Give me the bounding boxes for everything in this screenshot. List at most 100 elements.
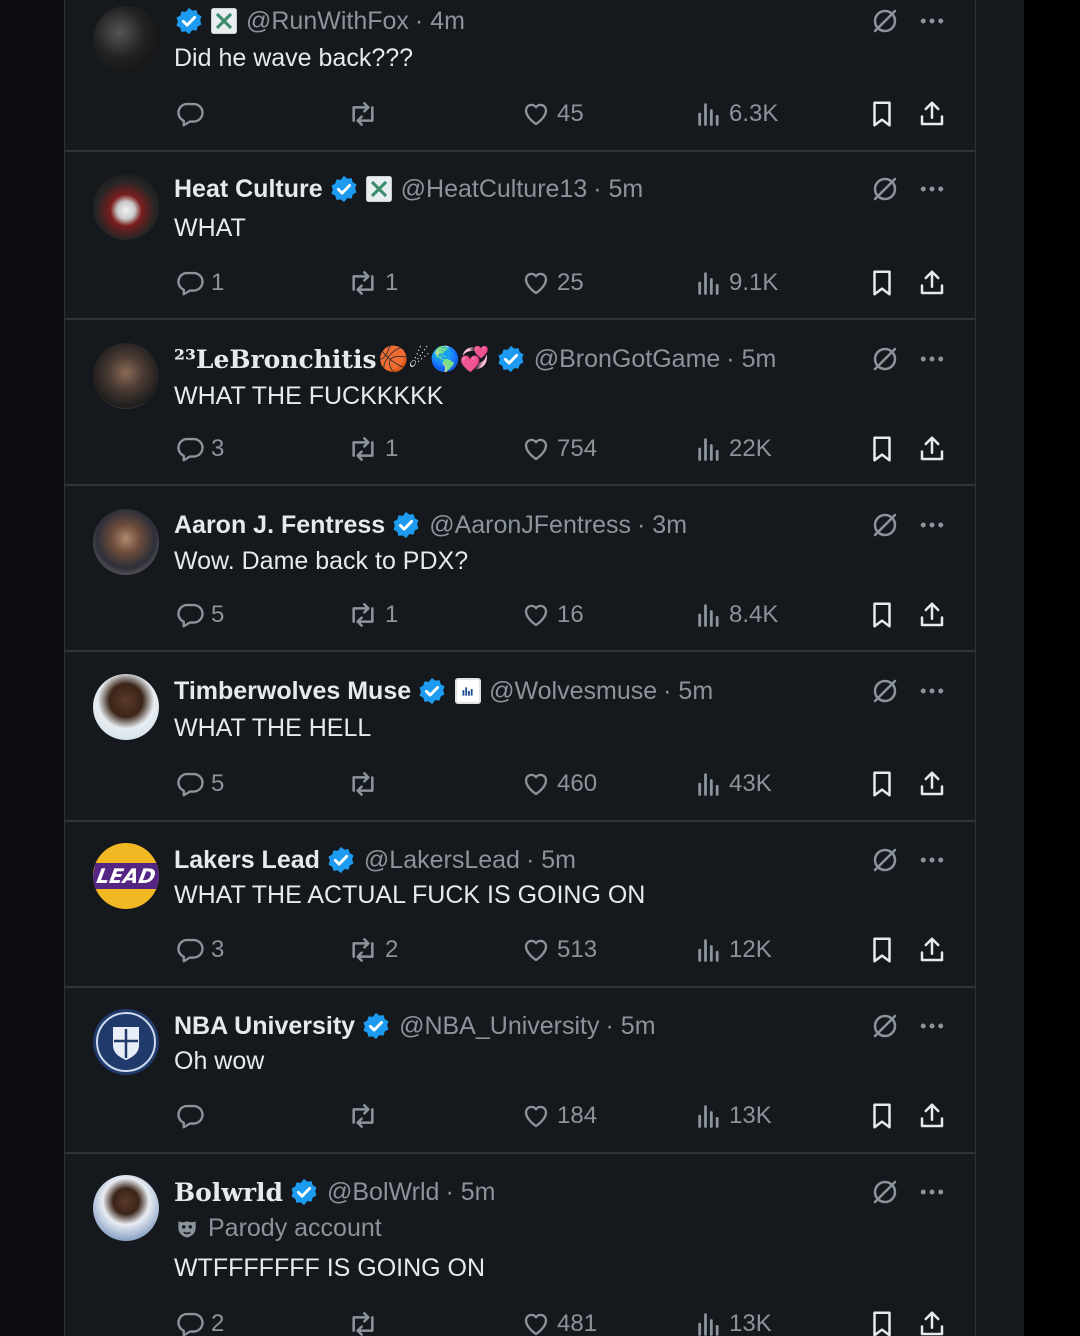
author-handle[interactable]: @NBA_University	[399, 1012, 599, 1041]
reply-button[interactable]: 5	[175, 595, 224, 635]
like-button[interactable]: 481	[521, 1304, 597, 1336]
views-button[interactable]: 12K	[695, 930, 772, 970]
tweet-time[interactable]: · 5m	[726, 345, 776, 374]
author-name[interactable]: Lakers Lead	[174, 846, 320, 875]
more-options-icon[interactable]	[917, 673, 947, 709]
avatar[interactable]	[93, 174, 159, 240]
more-options-icon[interactable]	[917, 3, 947, 39]
like-button[interactable]: 184	[521, 1096, 597, 1136]
author-name[interactable]: Bolwrld	[174, 1178, 283, 1207]
author-name[interactable]: Aaron J. Fentress	[174, 511, 385, 540]
reply-button[interactable]: 2	[175, 1304, 224, 1336]
author-handle[interactable]: @Wolvesmuse	[489, 677, 657, 706]
author-handle[interactable]: @RunWithFox	[246, 7, 409, 36]
like-button[interactable]: 45	[521, 94, 584, 134]
author-name[interactable]: ²³LeBronchitis	[174, 345, 377, 374]
author-name[interactable]: Timberwolves Muse	[174, 677, 411, 706]
views-button[interactable]: 8.4K	[695, 595, 778, 635]
tweet[interactable]: LEAD Lakers Lead @LakersLead · 5m WHAT T…	[65, 822, 975, 988]
grok-icon[interactable]	[870, 507, 900, 543]
retweet-button[interactable]	[347, 1304, 385, 1336]
retweet-button[interactable]	[347, 764, 385, 804]
views-button[interactable]: 9.1K	[695, 263, 778, 303]
grok-icon[interactable]	[870, 673, 900, 709]
like-button[interactable]: 513	[521, 930, 597, 970]
views-button[interactable]: 22K	[695, 429, 772, 469]
tweet-time[interactable]: · 5m	[526, 846, 576, 875]
tweet[interactable]: @RunWithFox · 4m Did he wave back??? 45 …	[65, 0, 975, 152]
avatar[interactable]	[93, 1175, 159, 1241]
reply-button[interactable]: 1	[175, 263, 224, 303]
avatar[interactable]: LEAD	[93, 843, 159, 909]
tweet[interactable]: Aaron J. Fentress @AaronJFentress · 3m W…	[65, 486, 975, 652]
author-handle[interactable]: @BolWrld	[327, 1178, 439, 1207]
tweet-time[interactable]: · 5m	[663, 677, 713, 706]
bookmark-button[interactable]	[867, 429, 897, 469]
grok-icon[interactable]	[870, 171, 900, 207]
views-button[interactable]: 6.3K	[695, 94, 778, 134]
tweet[interactable]: Heat Culture @HeatCulture13 · 5m WHAT 1 …	[65, 152, 975, 320]
bookmark-button[interactable]	[867, 764, 897, 804]
reply-button[interactable]	[175, 1096, 211, 1136]
retweet-button[interactable]: 1	[347, 595, 398, 635]
like-button[interactable]: 25	[521, 263, 584, 303]
reply-button[interactable]: 3	[175, 930, 224, 970]
avatar[interactable]	[93, 674, 159, 740]
reply-button[interactable]	[175, 94, 211, 134]
more-options-icon[interactable]	[917, 1008, 947, 1044]
share-button[interactable]	[917, 930, 947, 970]
more-options-icon[interactable]	[917, 171, 947, 207]
tweet-time[interactable]: · 4m	[415, 7, 465, 36]
bookmark-button[interactable]	[867, 94, 897, 134]
share-button[interactable]	[917, 595, 947, 635]
author-handle[interactable]: @BronGotGame	[534, 345, 721, 374]
tweet[interactable]: ²³LeBronchitis 🏀☄🌎💞 @BronGotGame · 5m WH…	[65, 320, 975, 486]
share-button[interactable]	[917, 1304, 947, 1336]
like-button[interactable]: 16	[521, 595, 584, 635]
timeline-feed[interactable]: @RunWithFox · 4m Did he wave back??? 45 …	[64, 0, 976, 1336]
avatar[interactable]	[93, 509, 159, 575]
retweet-button[interactable]	[347, 94, 385, 134]
bookmark-button[interactable]	[867, 930, 897, 970]
views-button[interactable]: 43K	[695, 764, 772, 804]
retweet-button[interactable]	[347, 1096, 385, 1136]
grok-icon[interactable]	[870, 842, 900, 878]
like-button[interactable]: 460	[521, 764, 597, 804]
retweet-button[interactable]: 1	[347, 429, 398, 469]
grok-icon[interactable]	[870, 3, 900, 39]
author-name[interactable]: Heat Culture	[174, 175, 323, 204]
share-button[interactable]	[917, 263, 947, 303]
more-options-icon[interactable]	[917, 842, 947, 878]
avatar[interactable]	[93, 1009, 159, 1075]
grok-icon[interactable]	[870, 1008, 900, 1044]
avatar[interactable]	[93, 6, 159, 72]
share-button[interactable]	[917, 764, 947, 804]
tweet-time[interactable]: · 5m	[593, 175, 643, 204]
tweet[interactable]: Timberwolves Muse @Wolvesmuse · 5m WHAT …	[65, 652, 975, 822]
bookmark-button[interactable]	[867, 1304, 897, 1336]
bookmark-button[interactable]	[867, 263, 897, 303]
author-name[interactable]: NBA University	[174, 1012, 355, 1041]
tweet[interactable]: Bolwrld @BolWrld · 5m Parody account WTF…	[65, 1154, 975, 1336]
like-button[interactable]: 754	[521, 429, 597, 469]
share-button[interactable]	[917, 1096, 947, 1136]
tweet-time[interactable]: · 5m	[445, 1178, 495, 1207]
more-options-icon[interactable]	[917, 1174, 947, 1210]
tweet-time[interactable]: · 3m	[637, 511, 687, 540]
author-handle[interactable]: @LakersLead	[364, 846, 520, 875]
bookmark-button[interactable]	[867, 1096, 897, 1136]
grok-icon[interactable]	[870, 1174, 900, 1210]
views-button[interactable]: 13K	[695, 1304, 772, 1336]
views-button[interactable]: 13K	[695, 1096, 772, 1136]
avatar[interactable]	[93, 343, 159, 409]
bookmark-button[interactable]	[867, 595, 897, 635]
more-options-icon[interactable]	[917, 507, 947, 543]
more-options-icon[interactable]	[917, 341, 947, 377]
reply-button[interactable]: 5	[175, 764, 224, 804]
tweet-time[interactable]: · 5m	[606, 1012, 656, 1041]
grok-icon[interactable]	[870, 341, 900, 377]
reply-button[interactable]: 3	[175, 429, 224, 469]
author-handle[interactable]: @AaronJFentress	[429, 511, 631, 540]
share-button[interactable]	[917, 94, 947, 134]
author-handle[interactable]: @HeatCulture13	[401, 175, 588, 204]
